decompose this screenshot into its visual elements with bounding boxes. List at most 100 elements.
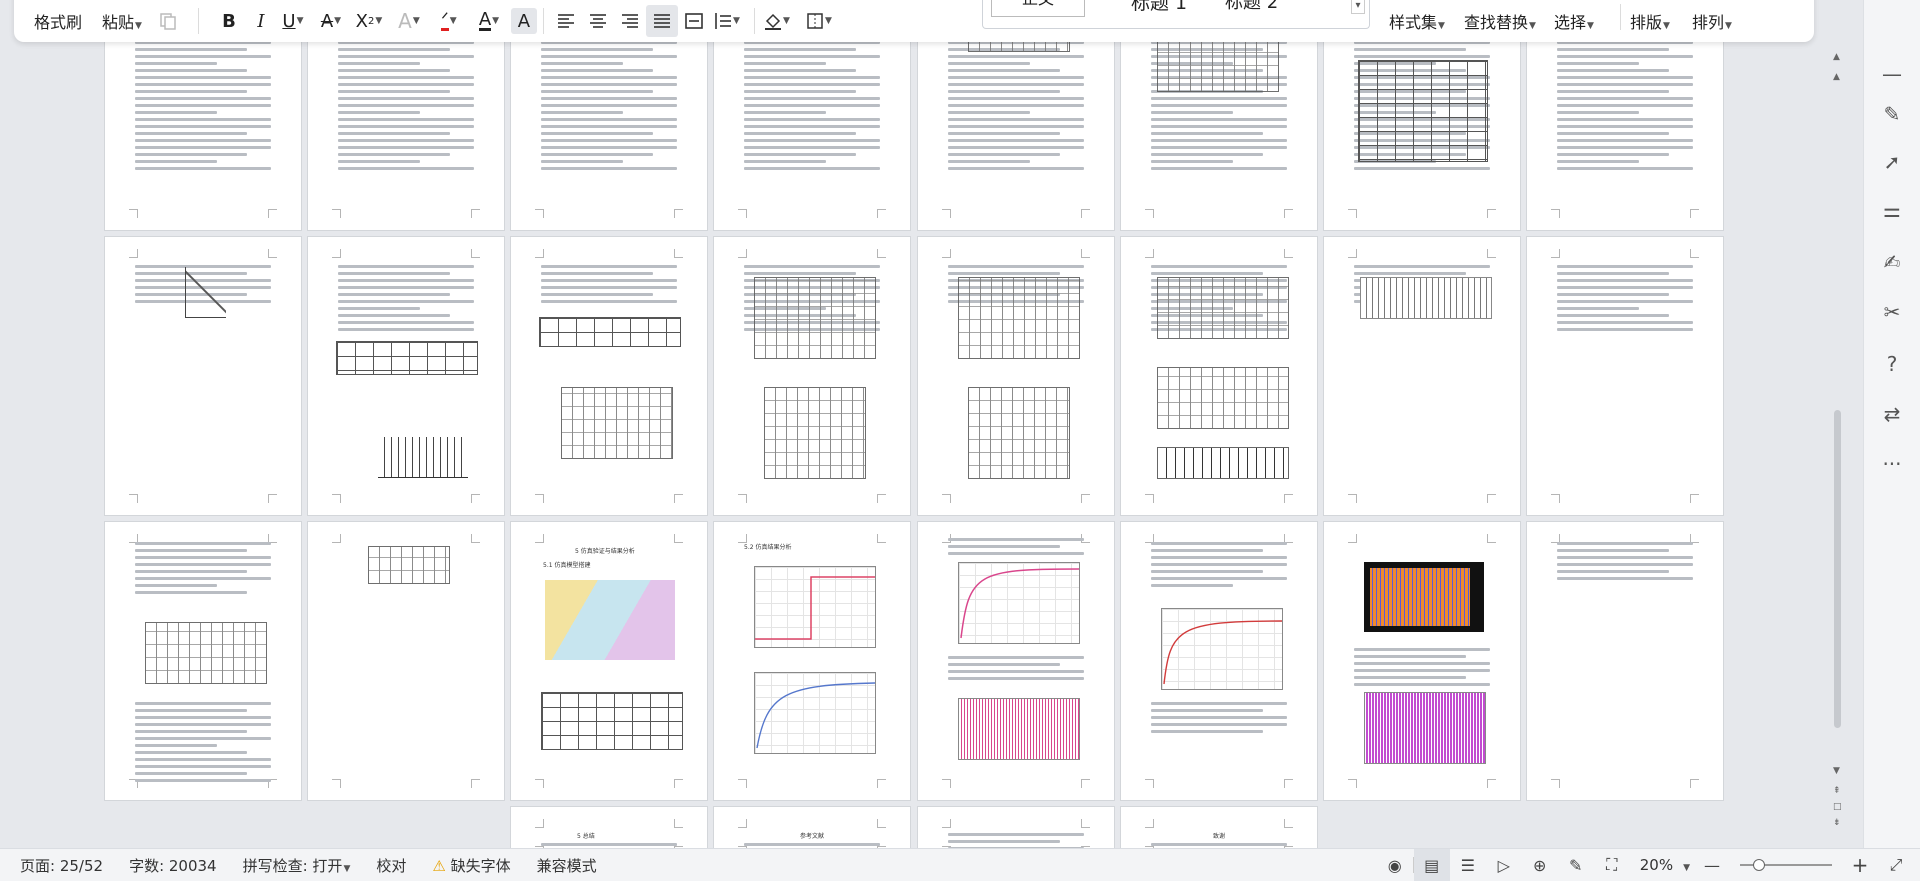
adjust-sliders-icon[interactable]: ⚌	[1878, 196, 1906, 224]
document-canvas[interactable]: 5 仿真验证与结果分析 5.1 仿真模型搭建 5.2 仿真结果分析 5 总结 参考文献 致…	[0, 0, 1830, 848]
handwriting-icon[interactable]: ✍	[1878, 248, 1906, 276]
copy-icon[interactable]	[152, 5, 184, 37]
scroll-up-icon[interactable]: ▲	[1833, 72, 1840, 82]
select-browse-object-icon[interactable]: □	[1833, 802, 1842, 812]
fullscreen-icon[interactable]: ⤢	[1878, 849, 1914, 881]
distributed-icon[interactable]	[678, 5, 710, 37]
scroll-down-icon[interactable]: ▼	[1833, 766, 1840, 776]
style-set-label: 样式集	[1389, 13, 1438, 32]
paste-button[interactable]: 粘贴▼	[92, 9, 152, 33]
style-heading1-label: 标题 1	[1131, 0, 1188, 14]
style-normal-label: 正文	[1022, 0, 1054, 8]
missing-fonts-button[interactable]: ⚠ 缺失字体	[419, 855, 523, 876]
translate-icon[interactable]: ⇄	[1878, 400, 1906, 428]
strikethrough-icon[interactable]: A ▼	[315, 5, 347, 37]
chevron-down-icon[interactable]: ▼	[135, 21, 142, 31]
page-thumbnail[interactable]	[511, 237, 707, 515]
zoom-out-icon[interactable]: —	[1694, 849, 1730, 881]
scrollbar-thumb[interactable]	[1834, 410, 1841, 728]
format-painter-button[interactable]: 格式刷	[14, 9, 92, 33]
next-page-icon[interactable]: ⇟	[1833, 818, 1841, 828]
page-thumbnail[interactable]	[308, 237, 504, 515]
find-replace-label: 查找替换	[1464, 13, 1529, 32]
spell-check-toggle[interactable]: 拼写检查: 打开▼	[230, 855, 364, 876]
styles-gallery[interactable]: 正文 标题 1 标题 2 ▾	[982, 0, 1370, 29]
play-icon[interactable]: ▷	[1486, 849, 1522, 881]
section-heading: 5.2 仿真结果分析	[744, 544, 792, 551]
style-heading2[interactable]: 标题 2	[1225, 0, 1278, 14]
style-heading1[interactable]: 标题 1	[1131, 0, 1187, 15]
style-heading2-label: 标题 2	[1225, 0, 1279, 13]
justify-icon[interactable]	[645, 5, 678, 37]
page-thumbnail[interactable]	[308, 522, 504, 800]
section-heading: 致谢	[1213, 833, 1226, 840]
highlight-color-icon[interactable]: ᐟ ▼	[433, 5, 465, 37]
align-left-icon[interactable]	[550, 5, 582, 37]
zoom-level-label: 20%	[1639, 856, 1674, 874]
italic-icon[interactable]: I	[245, 5, 277, 37]
cursor-select-icon[interactable]: ➚	[1878, 148, 1906, 176]
bold-icon[interactable]: B	[213, 5, 245, 37]
page-thumbnail[interactable]	[105, 237, 301, 515]
select-button[interactable]: 选择▼	[1544, 9, 1604, 33]
scroll-up-icon[interactable]: ▲	[1833, 52, 1840, 62]
page-thumbnail[interactable]: 参考文献	[714, 807, 910, 848]
help-icon[interactable]: ?	[1878, 350, 1906, 378]
pen-icon[interactable]: ✎	[1878, 100, 1906, 128]
write-mode-icon[interactable]: ✎	[1558, 849, 1594, 881]
zoom-slider-knob[interactable]	[1753, 859, 1766, 871]
page-thumbnail[interactable]	[1324, 237, 1520, 515]
page-thumbnail[interactable]	[918, 807, 1114, 848]
page-thumbnail[interactable]	[1324, 522, 1520, 800]
page-thumbnail[interactable]	[105, 522, 301, 800]
layout-label: 排版	[1630, 13, 1663, 32]
missing-fonts-label: 缺失字体	[450, 856, 511, 875]
fill-color-icon[interactable]: ▼	[761, 5, 793, 37]
align-center-icon[interactable]	[582, 5, 614, 37]
page-thumbnail[interactable]: 致谢	[1121, 807, 1317, 848]
page-thumbnail[interactable]: 5 总结	[511, 807, 707, 848]
outline-view-icon[interactable]: ☰	[1450, 849, 1486, 881]
page-thumbnail[interactable]	[918, 237, 1114, 515]
tools-icon[interactable]: ✂	[1878, 298, 1906, 326]
status-bar: 页面: 25/52 字数: 20034 拼写检查: 打开▼ 校对 ⚠ 缺失字体 …	[0, 848, 1920, 881]
layout-button[interactable]: 排版▼	[1620, 9, 1680, 33]
web-view-icon[interactable]: ⊕	[1522, 849, 1558, 881]
page-indicator[interactable]: 页面: 25/52	[0, 855, 116, 876]
page-thumbnail[interactable]: 5.2 仿真结果分析	[714, 522, 910, 800]
underline-icon[interactable]: U ▼	[277, 5, 309, 37]
find-replace-button[interactable]: 查找替换▼	[1454, 9, 1546, 33]
warning-icon: ⚠	[432, 856, 446, 875]
gallery-expand-icon[interactable]: ▾	[1351, 0, 1365, 14]
style-normal[interactable]: 正文	[991, 0, 1085, 17]
page-thumbnail[interactable]	[918, 522, 1114, 800]
more-icon[interactable]: ···	[1878, 450, 1906, 478]
page-thumbnail[interactable]	[1121, 237, 1317, 515]
prev-page-icon[interactable]: ⇞	[1833, 786, 1841, 796]
eye-protection-icon[interactable]: ◉	[1377, 849, 1413, 881]
page-thumbnail[interactable]	[1527, 522, 1723, 800]
zoom-in-icon[interactable]: +	[1842, 849, 1878, 881]
page-view-icon[interactable]: ▤	[1413, 849, 1450, 881]
text-effect-icon[interactable]: A ▼	[393, 5, 425, 37]
borders-icon[interactable]: ▼	[803, 5, 835, 37]
page-thumbnail[interactable]	[1527, 237, 1723, 515]
vertical-scrollbar[interactable]: ▲ ▲ ▼ ⇞ □ ⇟	[1832, 50, 1844, 850]
page-thumbnail[interactable]	[714, 237, 910, 515]
page-thumbnail[interactable]	[1121, 522, 1317, 800]
paste-label: 粘贴	[102, 13, 135, 32]
page-thumbnail[interactable]: 5 仿真验证与结果分析 5.1 仿真模型搭建	[511, 522, 707, 800]
style-set-button[interactable]: 样式集▼	[1379, 9, 1455, 33]
minimize-icon[interactable]: —	[1878, 60, 1906, 88]
superscript-icon[interactable]: X 2 ▼	[353, 5, 385, 37]
line-spacing-icon[interactable]: ▼	[710, 5, 742, 37]
proofread-button[interactable]: 校对	[363, 855, 419, 876]
word-count[interactable]: 字数: 20034	[116, 855, 230, 876]
fit-page-icon[interactable]: ⛶	[1594, 849, 1630, 881]
char-shading-icon[interactable]: A	[510, 8, 537, 34]
zoom-slider[interactable]	[1740, 859, 1832, 871]
zoom-level[interactable]: 20% ▼	[1630, 856, 1694, 874]
arrange-button[interactable]: 排列▼	[1682, 9, 1742, 33]
align-right-icon[interactable]	[614, 5, 646, 37]
font-color-icon[interactable]: A ▼	[473, 5, 505, 37]
